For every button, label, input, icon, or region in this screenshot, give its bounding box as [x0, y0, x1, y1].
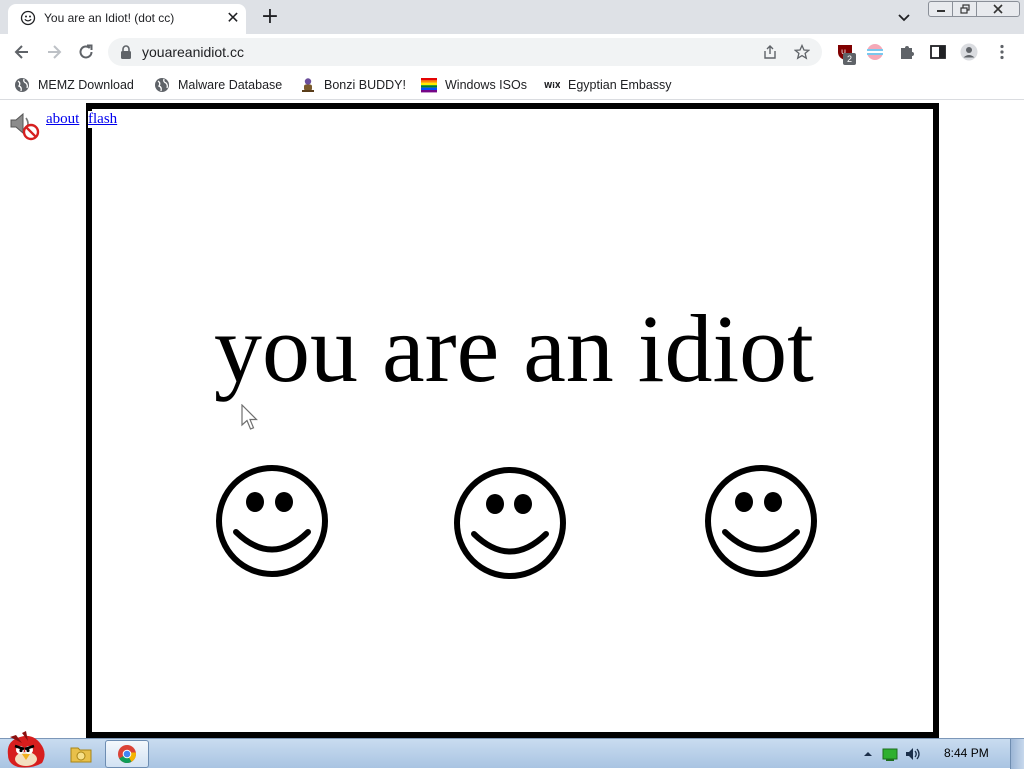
bookmark-label: Windows ISOs — [445, 78, 527, 92]
taskbar-chrome[interactable] — [105, 740, 149, 768]
url-text[interactable]: youareanidiot.cc — [142, 44, 244, 60]
bookmark-memz-download[interactable]: MEMZ Download — [14, 75, 134, 95]
browser-tab[interactable]: You are an Idiot! (dot cc) ✕ — [8, 4, 246, 34]
star-icon[interactable] — [794, 44, 810, 60]
about-link[interactable]: about — [46, 111, 79, 128]
flash-link[interactable]: flash — [88, 111, 119, 128]
close-icon — [993, 4, 1003, 14]
bookmark-bonzi-buddy[interactable]: Bonzi BUDDY! — [300, 75, 406, 95]
extension-badge: 2 — [843, 53, 856, 65]
bookmark-windows-isos[interactable]: Windows ISOs — [421, 75, 527, 95]
restore-icon — [960, 4, 970, 14]
profile-icon[interactable] — [960, 43, 978, 61]
sidepanel-icon[interactable] — [929, 43, 947, 61]
reload-icon[interactable] — [76, 42, 96, 62]
menu-icon[interactable] — [993, 43, 1011, 61]
smiley-icon — [454, 467, 566, 579]
mute-icon[interactable] — [8, 109, 40, 141]
forward-icon[interactable] — [44, 42, 64, 62]
volume-icon[interactable] — [905, 746, 921, 762]
address-bar[interactable]: youareanidiot.cc — [108, 38, 822, 66]
page-content: about you are an idiot flash — [0, 101, 1024, 738]
new-tab-button[interactable]: + — [258, 6, 282, 28]
start-button-icon[interactable] — [2, 729, 50, 769]
minimize-button[interactable] — [928, 1, 954, 17]
share-icon[interactable] — [762, 44, 778, 60]
globe-icon — [15, 78, 29, 92]
tab-close-button[interactable]: ✕ — [224, 9, 242, 27]
back-icon[interactable] — [12, 42, 32, 62]
folder-icon — [70, 747, 92, 763]
bookmark-label: Egyptian Embassy — [568, 78, 672, 92]
show-hidden-icons-icon[interactable] — [860, 746, 876, 762]
show-desktop-button[interactable] — [1010, 739, 1024, 769]
smiley-icon — [705, 465, 817, 577]
svg-text:WiX: WiX — [544, 81, 560, 90]
mouse-cursor-icon — [241, 404, 258, 430]
bookmark-egyptian-embassy[interactable]: WiX Egyptian Embassy — [544, 75, 672, 95]
headline: you are an idiot — [214, 295, 814, 402]
close-window-button[interactable] — [976, 1, 1020, 17]
chevron-down-icon[interactable] — [896, 9, 912, 25]
restore-button[interactable] — [952, 1, 978, 17]
lock-icon[interactable] — [120, 45, 132, 59]
bookmark-label: Bonzi BUDDY! — [324, 78, 406, 92]
bookmark-label: Malware Database — [178, 78, 283, 92]
wix-icon: WiX — [544, 81, 560, 90]
bookmark-label: MEMZ Download — [38, 78, 134, 92]
browser-toolbar: youareanidiot.cc u 2 — [0, 34, 1024, 70]
puzzle-icon[interactable] — [898, 43, 916, 61]
bookmarks-bar: MEMZ Download Malware Database Bonzi BUD… — [0, 70, 1024, 100]
extension-icon[interactable] — [866, 43, 884, 61]
smiley-icon — [216, 465, 328, 577]
taskbar: 8:44 PM — [0, 731, 1024, 769]
taskbar-clock[interactable]: 8:44 PM — [944, 746, 989, 760]
flash-frame[interactable]: you are an idiot — [86, 103, 939, 738]
tab-title: You are an Idiot! (dot cc) — [44, 11, 175, 25]
smiley-icon — [20, 10, 36, 26]
tab-strip: You are an Idiot! (dot cc) ✕ + — [0, 0, 1024, 34]
bonzi-icon — [302, 78, 314, 92]
globe-icon — [155, 78, 169, 92]
network-icon[interactable] — [882, 746, 898, 762]
bookmark-malware-database[interactable]: Malware Database — [154, 75, 282, 95]
minimize-icon — [937, 10, 945, 12]
rainbow-flag-icon — [421, 78, 437, 93]
taskbar-explorer[interactable] — [59, 740, 103, 768]
chrome-icon — [118, 745, 137, 764]
